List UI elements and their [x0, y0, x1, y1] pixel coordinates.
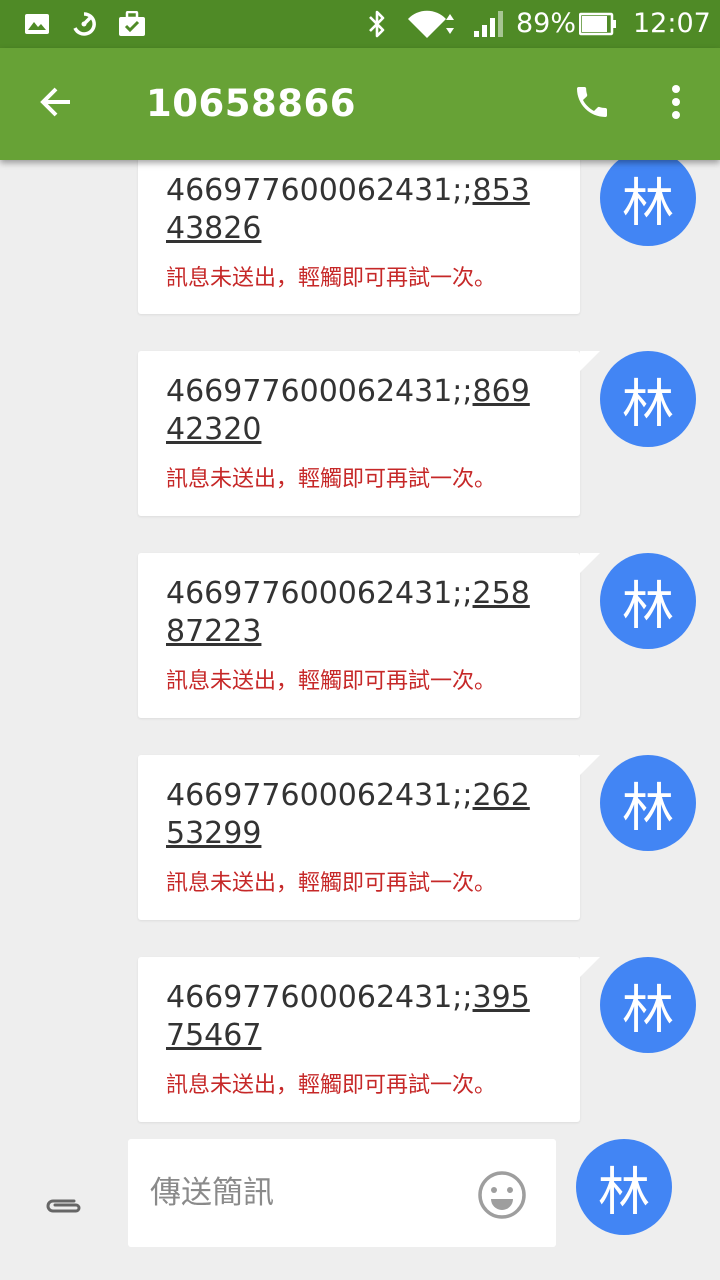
back-button[interactable] — [28, 76, 84, 132]
app-bar: 10658866 — [0, 48, 720, 160]
conversation-title: 10658866 — [146, 82, 356, 125]
bluetooth-icon — [364, 0, 390, 48]
message-text: 466977600062431;;86942320 — [166, 374, 530, 447]
call-button[interactable] — [564, 76, 620, 132]
sender-avatar-button[interactable]: 林 — [576, 1139, 672, 1235]
briefcase-check-icon — [116, 0, 148, 48]
phone-icon — [572, 82, 612, 126]
wifi-icon — [404, 0, 460, 48]
clock: 12:07 — [633, 8, 711, 39]
more-options-button[interactable] — [648, 76, 704, 132]
arrow-back-icon — [38, 84, 74, 124]
send-failed-notice[interactable]: 訊息未送出，輕觸即可再試一次。 — [166, 663, 496, 695]
send-failed-notice[interactable]: 訊息未送出，輕觸即可再試一次。 — [166, 1067, 496, 1099]
send-failed-notice[interactable]: 訊息未送出，輕觸即可再試一次。 — [166, 260, 496, 292]
battery-percent: 89% — [516, 8, 577, 39]
message-bubble[interactable]: 466977600062431;;85343826 訊息未送出，輕觸即可再試一次… — [138, 160, 580, 314]
signal-icon — [470, 0, 510, 48]
emoji-icon — [477, 1170, 527, 1224]
avatar[interactable]: 林 — [600, 160, 696, 246]
speed-icon — [68, 0, 100, 48]
photo-icon — [22, 0, 52, 48]
message-list[interactable]: 466977600062431;;85343826 訊息未送出，輕觸即可再試一次… — [0, 160, 720, 1130]
message-bubble[interactable]: 466977600062431;;26253299 訊息未送出，輕觸即可再試一次… — [138, 755, 600, 920]
message-text: 466977600062431;;85343826 — [166, 173, 530, 246]
compose-bar: 林 — [0, 1130, 720, 1280]
avatar[interactable]: 林 — [600, 755, 696, 851]
message-bubble[interactable]: 466977600062431;;25887223 訊息未送出，輕觸即可再試一次… — [138, 553, 600, 718]
avatar[interactable]: 林 — [600, 351, 696, 447]
send-failed-notice[interactable]: 訊息未送出，輕觸即可再試一次。 — [166, 865, 496, 897]
compose-field-container — [128, 1139, 556, 1247]
message-input[interactable] — [150, 1163, 470, 1223]
more-vert-icon — [670, 84, 682, 124]
battery-icon — [578, 0, 618, 48]
attach-button[interactable] — [36, 1180, 92, 1236]
avatar[interactable]: 林 — [600, 553, 696, 649]
status-bar: 89% 12:07 — [0, 0, 720, 48]
avatar[interactable]: 林 — [600, 957, 696, 1053]
attachment-icon — [42, 1194, 86, 1222]
message-text: 466977600062431;;39575467 — [166, 980, 530, 1053]
message-bubble[interactable]: 466977600062431;;39575467 訊息未送出，輕觸即可再試一次… — [138, 957, 600, 1122]
send-failed-notice[interactable]: 訊息未送出，輕觸即可再試一次。 — [166, 461, 496, 493]
message-bubble[interactable]: 466977600062431;;86942320 訊息未送出，輕觸即可再試一次… — [138, 351, 600, 516]
emoji-button[interactable] — [474, 1169, 530, 1225]
message-text: 466977600062431;;25887223 — [166, 576, 530, 649]
message-text: 466977600062431;;26253299 — [166, 778, 530, 851]
